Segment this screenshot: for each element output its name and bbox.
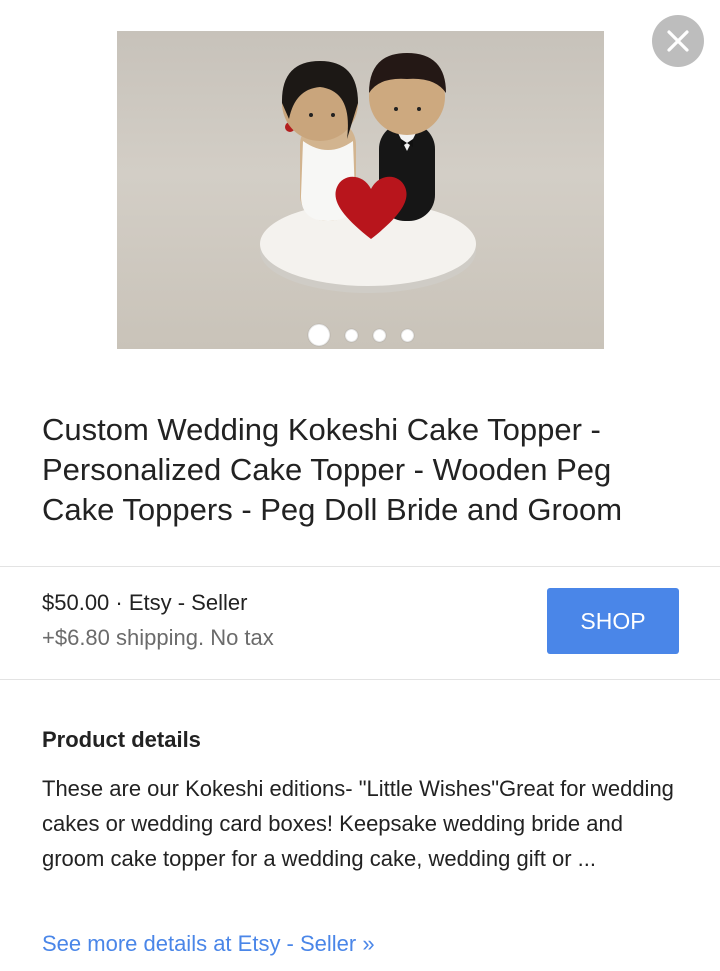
shipping-line: +$6.80 shipping. No tax (42, 625, 274, 650)
product-title: Custom Wedding Kokeshi Cake Topper - Per… (42, 412, 623, 527)
shop-button[interactable]: SHOP (547, 588, 679, 654)
carousel-indicator (117, 324, 604, 346)
price-seller-line: $50.00 · Etsy - Seller (42, 590, 248, 615)
divider (0, 566, 720, 567)
carousel-dot-4[interactable] (400, 328, 414, 342)
close-icon (667, 30, 689, 52)
carousel-dot-1[interactable] (307, 324, 330, 346)
see-more-details-link[interactable]: See more details at Etsy - Seller » (42, 931, 375, 957)
product-image[interactable] (117, 31, 604, 349)
product-details-text: These are our Kokeshi editions- "Little … (42, 776, 674, 871)
close-button[interactable] (652, 15, 704, 67)
carousel-dot-2[interactable] (344, 328, 358, 342)
carousel-dot-3[interactable] (372, 328, 386, 342)
product-details-heading: Product details (42, 727, 201, 752)
cake-topper-illustration (260, 53, 476, 293)
divider (0, 679, 720, 680)
